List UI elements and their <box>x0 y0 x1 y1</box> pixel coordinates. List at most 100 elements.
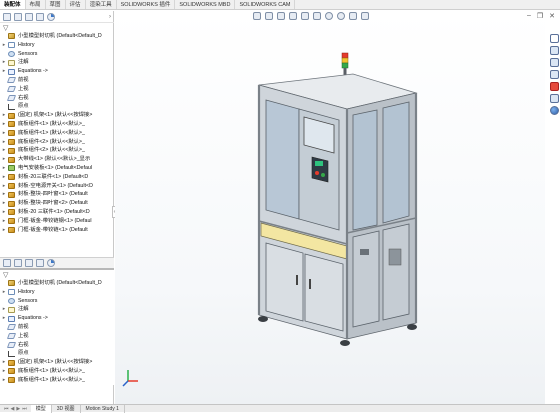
previous-view-icon[interactable] <box>277 12 285 20</box>
display-manager-tab-icon[interactable] <box>47 12 55 21</box>
tree-item[interactable]: 前视 <box>0 323 114 332</box>
tree-item[interactable]: ▸ 封板-20三联件<1> (Default<D <box>0 173 114 182</box>
command-tab[interactable]: 布局 <box>26 0 46 9</box>
command-tab[interactable]: 评估 <box>66 0 86 9</box>
expand-arrow-icon[interactable]: ▸ <box>0 314 8 323</box>
edit-appearance-icon[interactable] <box>337 12 345 20</box>
expand-arrow-icon[interactable]: ▸ <box>0 155 8 164</box>
hide-show-items-icon[interactable] <box>325 12 333 20</box>
feature-manager-tab-icon[interactable] <box>3 12 11 21</box>
tree-item[interactable]: ▸ (固定) 机架<1> (默认<<按焊接> <box>0 111 114 120</box>
solidworks-forum-icon[interactable] <box>549 106 559 115</box>
tree-item[interactable]: ▸ 注解 <box>0 305 114 314</box>
expand-arrow-icon[interactable]: ▸ <box>0 111 8 120</box>
dimxpert-tab-icon[interactable] <box>36 12 44 21</box>
tree-root-item[interactable]: 小型模型封切机 (Default<Default_D <box>0 32 114 41</box>
expand-arrow-icon[interactable]: ▸ <box>0 67 8 76</box>
zoom-to-fit-icon[interactable] <box>253 12 261 20</box>
command-tab[interactable]: 渲染工具 <box>86 0 117 9</box>
command-tab[interactable]: SOLIDWORKS MBD <box>175 0 236 9</box>
filter-icon[interactable]: ▽ <box>3 24 8 32</box>
configuration-manager-tab-icon[interactable] <box>25 12 33 21</box>
expand-arrow-icon[interactable]: ▸ <box>0 146 8 155</box>
property-manager-tab-icon[interactable] <box>14 12 22 21</box>
tree-item[interactable]: Sensors <box>0 50 114 59</box>
expand-arrow-icon[interactable]: ▸ <box>0 358 8 367</box>
command-tab[interactable]: 草图 <box>46 0 66 9</box>
expand-arrow-icon[interactable]: ▸ <box>0 129 8 138</box>
expand-arrow-icon[interactable]: ▸ <box>0 164 8 173</box>
tree-item[interactable]: ▸ 底板组件<2> (默认<<默认>_ <box>0 138 114 147</box>
bottom-tab[interactable]: 模型 <box>30 404 52 413</box>
appearances-icon[interactable] <box>549 82 559 91</box>
tree-item[interactable]: ▸ Equations -> <box>0 314 114 323</box>
tree-item[interactable]: ▸ 底板组件<1> (默认<<默认>_ <box>0 120 114 129</box>
tree-item[interactable]: 上视 <box>0 332 114 341</box>
custom-properties-icon[interactable] <box>549 94 559 103</box>
expand-arrow-icon[interactable]: ▸ <box>0 41 8 50</box>
tree-item[interactable]: 右视 <box>0 341 114 350</box>
tree-item[interactable]: ▸ 底板组件<1> (默认<<默认>_ <box>0 376 114 385</box>
machine-model[interactable] <box>115 11 545 404</box>
display-manager-tab-icon-2[interactable] <box>47 259 55 267</box>
first-tab-icon[interactable]: ⏮ <box>4 406 9 412</box>
tree-item[interactable]: ▸ 底板组件<2> (默认<<默认>_ <box>0 146 114 155</box>
view-palette-icon[interactable] <box>549 70 559 79</box>
expand-arrow-icon[interactable]: ▸ <box>0 138 8 147</box>
expand-arrow-icon[interactable]: ▸ <box>0 199 8 208</box>
tree-item[interactable]: ▸ 底板组件<1> (默认<<默认>_ <box>0 129 114 138</box>
tree-item[interactable]: ▸ 门框-钣金-带铰链<1> (Default <box>0 226 114 235</box>
tree-item[interactable]: 原点 <box>0 349 114 358</box>
expand-arrow-icon[interactable]: ▸ <box>0 208 8 217</box>
expand-arrow-icon[interactable]: ▸ <box>0 288 8 297</box>
tree-item[interactable]: ▸ Equations -> <box>0 67 114 76</box>
expand-arrow-icon[interactable]: ▸ <box>0 226 8 235</box>
tree-item[interactable]: ▸ 门框-钣金-带铰链钢<1> (Defaul <box>0 217 114 226</box>
close-icon[interactable]: ✕ <box>549 12 555 20</box>
tree-item[interactable]: ▸ 封板-整块-四叶窗<2> (Default <box>0 199 114 208</box>
tree-item[interactable]: 原点 <box>0 102 114 111</box>
tree-item[interactable]: 右视 <box>0 94 114 103</box>
tree-item[interactable]: ▸ 封板-整块-四叶窗<1> (Default <box>0 190 114 199</box>
expand-arrow-icon[interactable]: ▸ <box>0 217 8 226</box>
next-tab-icon[interactable]: ▶ <box>16 406 20 412</box>
section-view-icon[interactable] <box>289 12 297 20</box>
filter-icon-2[interactable]: ▽ <box>3 271 8 279</box>
tree-item[interactable]: 前视 <box>0 76 114 85</box>
tree-item[interactable]: ▸ 电气安装板<1> (Default<Defaul <box>0 164 114 173</box>
tree-item[interactable]: ▸ 封板-空电源开关<1> (Default<D <box>0 182 114 191</box>
tree-item[interactable]: 上视 <box>0 85 114 94</box>
display-style-icon[interactable] <box>313 12 321 20</box>
minimize-icon[interactable]: – <box>527 12 531 20</box>
expand-arrow-icon[interactable]: ▸ <box>0 376 8 385</box>
view-settings-icon[interactable] <box>361 12 369 20</box>
prev-tab-icon[interactable]: ◀ <box>11 406 15 412</box>
file-explorer-icon[interactable] <box>549 58 559 67</box>
last-tab-icon[interactable]: ⏭ <box>22 406 27 412</box>
bottom-tab[interactable]: Motion Study 1 <box>81 404 125 413</box>
command-tab[interactable]: SOLIDWORKS CAM <box>235 0 296 9</box>
tree-item[interactable]: ▸ 封板-20 三联件<1> (Default<D <box>0 208 114 217</box>
resources-icon[interactable] <box>549 34 559 43</box>
expand-arrow-icon[interactable]: ▸ <box>0 305 8 314</box>
tree-item[interactable]: ▸ 底板组件<1> (默认<<默认>_ <box>0 367 114 376</box>
command-tab[interactable]: 装配体 <box>0 0 26 9</box>
apply-scene-icon[interactable] <box>349 12 357 20</box>
design-library-icon[interactable] <box>549 46 559 55</box>
tree-item[interactable]: ▸ 注解 <box>0 58 114 67</box>
tree-root-item[interactable]: 小型模型封切机 (Default<Default_D <box>0 279 114 288</box>
feature-manager-tab-icon-2[interactable] <box>3 259 11 267</box>
tree-item[interactable]: ▸ 大带线<1> (默认<<默认>_显示 <box>0 155 114 164</box>
restore-icon[interactable]: ❐ <box>537 12 543 20</box>
configuration-manager-tab-icon-2[interactable] <box>25 259 33 267</box>
tree-item[interactable]: Sensors <box>0 297 114 306</box>
bottom-tab[interactable]: 3D 视图 <box>52 404 81 413</box>
panel-more-icon[interactable]: › <box>109 14 114 20</box>
tree-item[interactable]: ▸ History <box>0 288 114 297</box>
expand-arrow-icon[interactable]: ▸ <box>0 190 8 199</box>
view-orientation-icon[interactable] <box>301 12 309 20</box>
property-manager-tab-icon-2[interactable] <box>14 259 22 267</box>
expand-arrow-icon[interactable]: ▸ <box>0 58 8 67</box>
expand-arrow-icon[interactable]: ▸ <box>0 182 8 191</box>
expand-arrow-icon[interactable]: ▸ <box>0 173 8 182</box>
